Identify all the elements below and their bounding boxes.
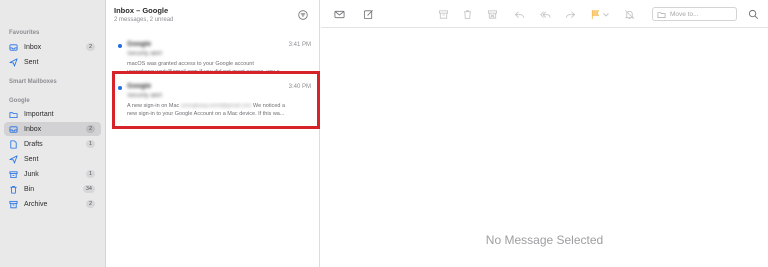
forward-button[interactable] — [564, 8, 576, 20]
sidebar-item-junk[interactable]: Junk 1 — [4, 167, 101, 181]
archive-button[interactable] — [437, 8, 449, 20]
junk-icon — [8, 169, 18, 179]
flag-menu-button[interactable] — [602, 8, 610, 20]
sidebar-item-archive[interactable]: Archive 2 — [4, 197, 101, 211]
smart-mailboxes-section-title: Smart Mailboxes — [9, 79, 57, 85]
unread-count-badge: 2 — [85, 43, 95, 51]
sidebar-item-label: Sent — [24, 58, 39, 66]
sidebar-item-label: Archive — [24, 200, 48, 208]
google-section-title: Google — [9, 98, 30, 104]
archive-icon — [8, 199, 18, 209]
junk-icon — [487, 9, 497, 19]
sidebar-item-label: Inbox — [24, 43, 42, 51]
sidebar-item-bin[interactable]: Bin 34 — [4, 182, 101, 196]
chevron-down-icon — [603, 12, 609, 17]
draft-count-badge: 1 — [85, 140, 95, 148]
mute-button[interactable] — [623, 8, 635, 20]
junk-button[interactable] — [486, 8, 498, 20]
unread-count-badge: 34 — [82, 185, 95, 193]
bin-icon — [8, 184, 18, 194]
search-icon — [748, 9, 758, 19]
move-to-field[interactable]: Move to... — [652, 7, 737, 21]
inbox-icon — [8, 42, 18, 52]
mailbox-summary: 2 messages, 2 unread — [114, 17, 174, 23]
sidebar-item-label: Inbox — [24, 125, 42, 133]
sidebar-item-important[interactable]: Important — [4, 107, 101, 121]
mailbox-title: Inbox – Google — [114, 6, 169, 15]
empty-state-text: No Message Selected — [485, 233, 604, 247]
sent-icon — [8, 154, 18, 164]
unread-dot — [118, 44, 122, 48]
sidebar-item-drafts[interactable]: Drafts 1 — [4, 137, 101, 151]
trash-icon — [463, 9, 471, 19]
message-sender: Google — [127, 41, 152, 48]
folder-icon — [8, 109, 18, 119]
reply-all-button[interactable] — [539, 8, 551, 20]
message-list: Inbox – Google 2 messages, 2 unread Goog… — [107, 0, 320, 267]
sidebar-item-label: Important — [24, 110, 54, 118]
folder-icon — [657, 11, 666, 18]
sidebar-item-google-inbox[interactable]: Inbox 2 — [4, 122, 101, 136]
unread-count-badge: 2 — [85, 200, 95, 208]
sidebar: Favourites Inbox 2 Sent Smart Mailboxes … — [0, 0, 106, 267]
reply-icon — [514, 10, 524, 18]
unread-count-badge: 2 — [85, 125, 95, 133]
forward-icon — [565, 10, 575, 18]
unread-count-badge: 1 — [85, 170, 95, 178]
preview-line: macOS was granted access to your Google … — [127, 61, 254, 67]
message-viewer: Move to... No Message Selected — [321, 0, 768, 267]
inbox-icon — [8, 124, 18, 134]
filter-button[interactable] — [297, 9, 308, 20]
message-subject: Security alert — [127, 51, 163, 57]
toolbar: Move to... — [321, 0, 768, 28]
selection-highlight — [112, 71, 320, 129]
move-to-placeholder: Move to... — [670, 10, 699, 18]
flag-button[interactable] — [589, 8, 601, 20]
favourites-section-title: Favourites — [9, 30, 40, 36]
archive-icon — [438, 9, 448, 19]
list-header: Inbox – Google 2 messages, 2 unread — [114, 6, 173, 23]
sidebar-item-favourites-sent[interactable]: Sent — [4, 55, 101, 69]
delete-button[interactable] — [461, 8, 473, 20]
search-button[interactable] — [747, 8, 759, 20]
reply-button[interactable] — [513, 8, 525, 20]
reply-all-icon — [539, 10, 550, 18]
compose-window-button[interactable] — [333, 8, 345, 20]
flag-icon — [591, 9, 599, 19]
new-message-button[interactable] — [362, 8, 374, 20]
sidebar-item-favourites-inbox[interactable]: Inbox 2 — [4, 40, 101, 54]
filter-icon — [297, 9, 308, 20]
sent-icon — [8, 57, 18, 67]
sidebar-item-label: Junk — [24, 170, 39, 178]
compose-icon — [363, 9, 373, 19]
sidebar-item-label: Bin — [24, 185, 35, 193]
message-time: 3:41 PM — [288, 42, 311, 48]
drafts-icon — [8, 139, 18, 149]
envelope-icon — [334, 10, 344, 18]
sidebar-item-label: Sent — [24, 155, 39, 163]
bell-slash-icon — [624, 9, 634, 19]
sidebar-item-sent[interactable]: Sent — [4, 152, 101, 166]
sidebar-item-label: Drafts — [24, 140, 43, 148]
